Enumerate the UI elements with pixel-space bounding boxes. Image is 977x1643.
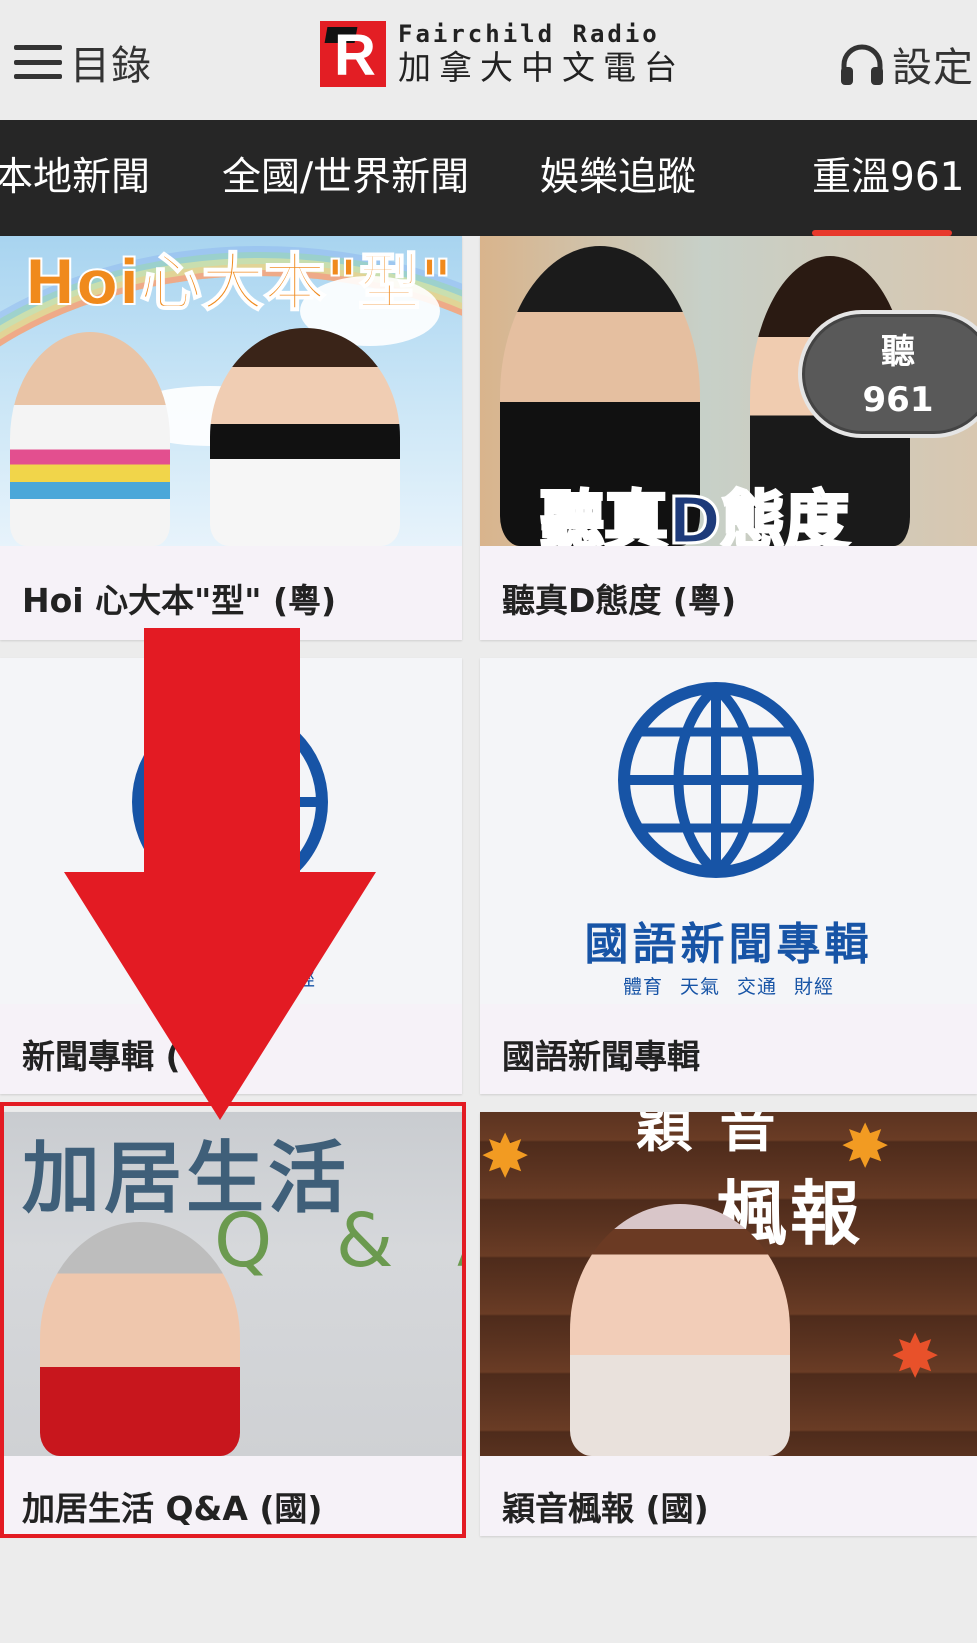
program-card-tingzhen[interactable]: 聽真D態度 聽 961 聽真D態度 (粵) [480,236,977,640]
program-title: 聽真D態度 (粵) [502,581,737,620]
program-banner-top: 穎 音 [636,1112,780,1160]
program-card-wingyam-maple[interactable]: ✸ ✸ ✸ 穎 音 楓報 穎音楓報 (國) [480,1112,977,1536]
menu-button[interactable]: 目錄 [14,36,152,89]
maple-leaf-icon: ✸ [480,1122,531,1192]
program-thumbnail: ✸ ✸ ✸ 穎 音 楓報 [480,1112,977,1456]
listen-961-badge[interactable]: 聽 961 [798,310,977,438]
program-thumbnail: 國語新聞專輯 體育 天氣 交通 財經 [480,658,977,1004]
category-tabbar: 本地新聞 全國/世界新聞 娛樂追蹤 重溫961 [0,120,977,236]
program-thumbnail: 加居生活 Q & A [0,1112,462,1456]
maple-leaf-icon: ✸ [890,1322,941,1392]
hamburger-icon [14,45,62,79]
program-banner-text: 聽真D態度 [538,484,850,547]
program-title: 國語新聞專輯 [502,1037,700,1076]
logo-chinese-name: 加拿大中文電台 [398,48,685,87]
program-title: 穎音楓報 (國) [502,1489,709,1528]
globe-icon [132,704,328,900]
tab-local-news[interactable]: 本地新聞 [0,120,150,236]
program-thumbnail: Hoi心大本"型" [0,236,462,546]
headphones-icon [841,44,883,85]
news-logo-subtitle: 體育 天氣 交通 財經 [622,976,835,998]
settings-button[interactable]: 設定 [838,36,974,92]
app-logo[interactable]: R Fairchild Radio 加拿大中文電台 [320,18,685,90]
app-header: 目錄 R Fairchild Radio 加拿大中文電台 設定 [0,0,977,120]
program-title: 加居生活 Q&A (國) [22,1489,323,1528]
program-thumbnail: 經 [0,658,462,1004]
program-title: Hoi 心大本"型" (粵) [22,581,337,620]
logo-mark-icon: R [320,21,386,87]
program-card-news-feature[interactable]: 經 新聞專輯 ( [0,658,462,1094]
program-banner-text: Hoi心大本"型" [23,245,453,320]
logo-english-name: Fairchild Radio [398,20,660,48]
program-banner-subtext: Q & A [214,1198,462,1284]
tab-replay-961[interactable]: 重溫961 [812,120,964,236]
menu-label: 目錄 [70,43,152,89]
tab-national-world-news[interactable]: 全國/世界新聞 [222,120,469,236]
badge-bottom-text: 961 [862,380,934,420]
news-logo-title: 國語新聞專輯 [584,919,873,970]
program-card-home-life-qa[interactable]: 加居生活 Q & A 加居生活 Q&A (國) [0,1112,462,1536]
tab-entertainment[interactable]: 娛樂追蹤 [540,120,696,236]
program-thumbnail: 聽真D態度 聽 961 [480,236,977,546]
program-card-mandarin-news[interactable]: 國語新聞專輯 體育 天氣 交通 財經 國語新聞專輯 [480,658,977,1094]
program-card-hoi[interactable]: Hoi心大本"型" Hoi 心大本"型" (粵) [0,236,462,640]
settings-label: 設定 [892,45,974,91]
badge-top-text: 聽 [881,332,915,372]
news-subtitle-fragment: 經 [296,968,316,990]
globe-icon [618,682,814,878]
program-title: 新聞專輯 ( [22,1037,181,1076]
